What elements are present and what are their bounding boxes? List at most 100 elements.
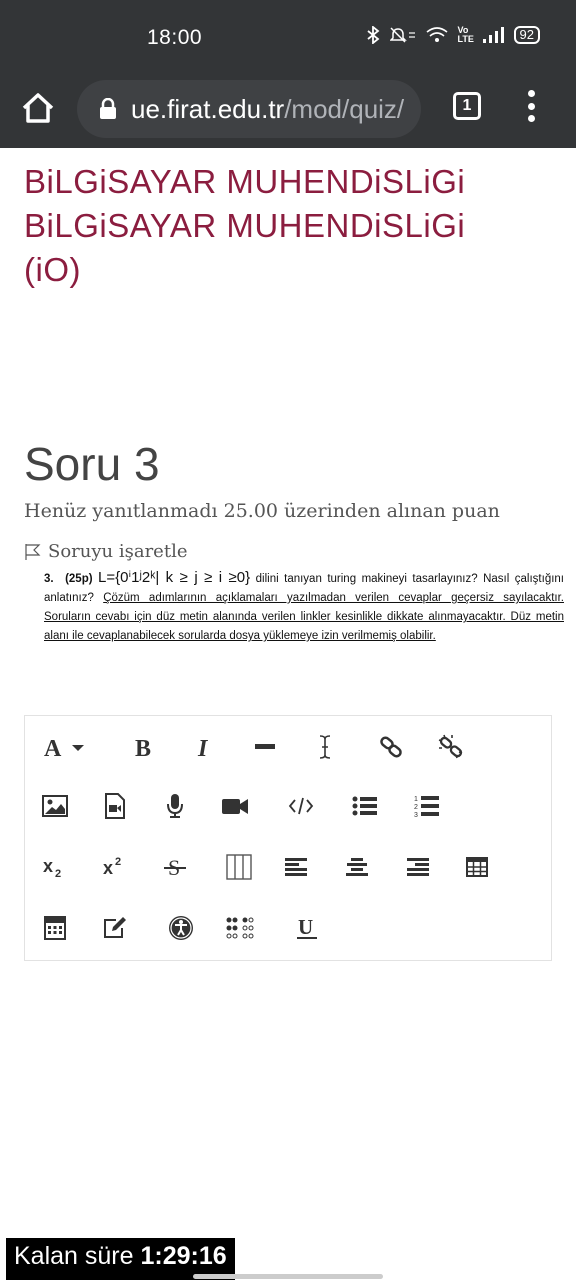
strikethrough-button[interactable]: S	[155, 847, 195, 887]
signal-icon	[482, 27, 504, 43]
image-button[interactable]	[35, 786, 75, 826]
svg-text:3: 3	[414, 812, 418, 819]
url-text: ue.firat.edu.tr/mod/quiz/	[131, 94, 404, 125]
home-icon	[22, 93, 54, 123]
url-path: /mod/quiz/	[284, 93, 405, 124]
svg-text:1: 1	[414, 796, 418, 803]
manage-files-button[interactable]	[95, 908, 135, 948]
italic-button[interactable]: I	[185, 727, 225, 767]
video-camera-icon	[222, 799, 248, 814]
accessibility-checker-button[interactable]	[161, 908, 201, 948]
home-button[interactable]	[18, 88, 58, 128]
svg-text:A: A	[44, 736, 62, 760]
svg-text:2: 2	[55, 868, 61, 878]
question-state: Henüz yanıtlanmadı 25.00 üzerinden alına…	[24, 500, 500, 522]
screenreader-helper-button[interactable]	[221, 908, 261, 948]
bluetooth-icon	[366, 26, 379, 44]
tab-switcher-button[interactable]: 1	[453, 92, 481, 120]
image-icon	[42, 795, 68, 817]
gesture-bar[interactable]	[193, 1274, 383, 1279]
more-menu-button[interactable]	[524, 90, 538, 122]
network-type: Vo LTE	[457, 25, 474, 44]
font-color-button[interactable]: A	[41, 727, 95, 767]
bold-icon: B	[135, 736, 151, 760]
align-right-button[interactable]	[397, 847, 437, 887]
toolbar-row-1: A B I	[25, 727, 553, 767]
numbered-list-button[interactable]: 123	[407, 786, 447, 826]
bullet-list-icon	[352, 796, 377, 816]
table-button[interactable]	[457, 847, 497, 887]
media-file-icon	[105, 793, 125, 819]
horizontal-rule-button[interactable]	[245, 727, 285, 767]
underline-icon: U	[297, 915, 317, 939]
bold-button[interactable]: B	[125, 727, 165, 767]
code-icon	[288, 797, 314, 815]
course-title-line2: BiLGiSAYAR MUHENDiSLiGi	[24, 207, 466, 244]
status-icons: Vo LTE 92	[366, 26, 540, 44]
align-left-button[interactable]	[277, 847, 317, 887]
superscript-button[interactable]: x2	[95, 847, 135, 887]
record-video-button[interactable]	[215, 786, 255, 826]
svg-text:x: x	[43, 856, 53, 876]
edit-icon	[104, 917, 126, 938]
html-code-button[interactable]	[281, 786, 321, 826]
battery-indicator: 92	[513, 26, 540, 44]
question-points: (25p)	[65, 573, 93, 585]
remaining-time-value: 1:29:16	[140, 1242, 227, 1270]
svg-text:2: 2	[115, 856, 121, 868]
bullet-list-button[interactable]	[345, 786, 385, 826]
address-bar[interactable]: ue.firat.edu.tr/mod/quiz/	[77, 80, 421, 138]
link-button[interactable]	[371, 727, 411, 767]
flag-icon	[25, 543, 41, 560]
numbered-list-icon: 123	[414, 796, 439, 819]
record-audio-button[interactable]	[155, 786, 195, 826]
toolbar-row-4: U	[25, 908, 553, 948]
svg-text:2: 2	[414, 804, 418, 811]
columns-button[interactable]	[219, 847, 259, 887]
toolbar-row-2: 123	[25, 786, 553, 826]
subscript-button[interactable]: x2	[35, 847, 75, 887]
font-color-icon: A	[44, 736, 84, 760]
question-title: Soru 3	[24, 438, 160, 490]
toolbar-row-3: x2 x2 S	[25, 847, 553, 887]
svg-text:I: I	[197, 736, 209, 760]
question-text-underlined: Çözüm adımlarının açıklamaları yazılmada…	[44, 592, 564, 642]
media-button[interactable]	[95, 786, 135, 826]
mute-icon	[389, 27, 415, 43]
align-center-button[interactable]	[337, 847, 377, 887]
link-icon	[380, 736, 402, 758]
table-icon	[466, 857, 488, 877]
underline-button[interactable]: U	[287, 908, 327, 948]
text-cursor-icon	[319, 735, 331, 759]
course-title-line1: BiLGiSAYAR MUHENDiSLiGi	[24, 163, 466, 200]
equation-button[interactable]	[35, 908, 75, 948]
unlink-icon	[438, 734, 463, 759]
align-right-icon	[407, 858, 429, 876]
status-bar: 18:00 Vo LTE 92	[0, 0, 576, 74]
browser-toolbar: ue.firat.edu.tr/mod/quiz/ 1	[0, 74, 576, 148]
course-title-line3: (iO)	[24, 251, 81, 288]
strikethrough-icon: S	[164, 855, 186, 880]
columns-icon	[226, 854, 252, 880]
question-formula: L={0ⁱ1ʲ2ᵏ| k ≥ j ≥ i ≥0}	[98, 569, 251, 586]
microphone-icon	[167, 794, 183, 818]
course-title: BiLGiSAYAR MUHENDiSLiGi BiLGiSAYAR MUHEN…	[24, 160, 465, 292]
question-number: 3.	[44, 573, 54, 585]
remaining-time-label: Kalan süre	[14, 1242, 134, 1270]
superscript-icon: x2	[103, 856, 121, 878]
braille-icon	[226, 917, 254, 939]
svg-text:U: U	[298, 915, 313, 939]
align-left-icon	[285, 858, 307, 876]
accessibility-icon	[169, 916, 193, 940]
status-time: 18:00	[147, 26, 203, 49]
flag-question-button[interactable]: Soruyu işaretle	[24, 541, 187, 562]
calculator-icon	[44, 916, 66, 940]
wifi-icon	[426, 27, 448, 42]
question-text: 3. (25p) L={0ⁱ1ʲ2ᵏ| k ≥ j ≥ i ≥0} dilini…	[44, 568, 564, 646]
subscript-icon: x2	[43, 856, 61, 878]
unlink-button[interactable]	[431, 727, 471, 767]
align-center-icon	[346, 858, 368, 876]
url-host: ue.firat.edu.tr	[131, 93, 285, 124]
answer-editor: A B I 1 2 3 x 2 x 2 S U	[24, 715, 552, 961]
clear-format-button[interactable]	[305, 727, 345, 767]
